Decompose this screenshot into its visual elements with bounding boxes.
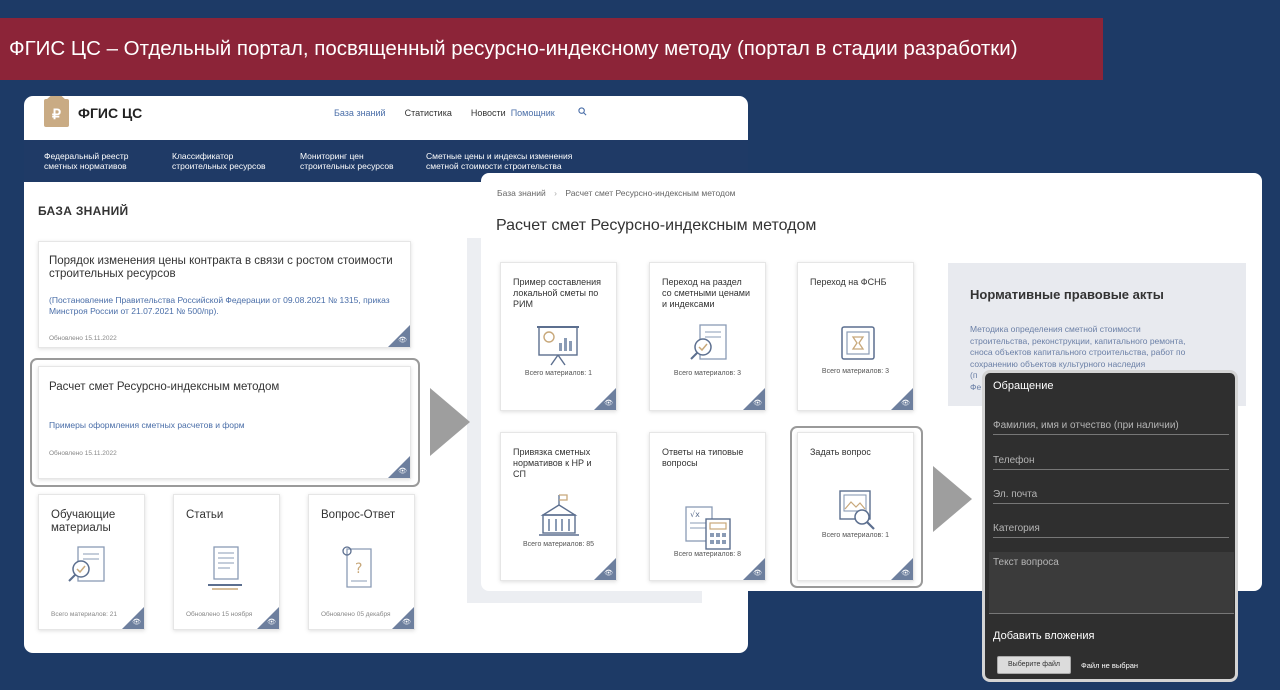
scroll-question-icon: ? <box>342 546 372 588</box>
safe-icon <box>841 326 875 360</box>
tile-ask-question[interactable]: Задать вопрос Всего материалов: 1 👁 <box>797 432 914 581</box>
card-updated: Обновлено 15.11.2022 <box>49 450 117 457</box>
portal-header: ₽ ФГИС ЦС База знаний Статистика Новости… <box>24 96 748 140</box>
presentation-icon <box>537 326 579 366</box>
building-icon <box>539 494 579 536</box>
kb-card-contract-price[interactable]: Порядок изменения цены контракта в связи… <box>38 241 411 348</box>
menu-estimate-prices[interactable]: Сметные цены и индексы изменения сметной … <box>426 151 572 171</box>
card-meta: Обновлено 15 ноября <box>186 611 253 618</box>
eye-icon[interactable]: 👁 <box>753 569 762 577</box>
breadcrumb: База знаний › Расчет смет Ресурсно-индек… <box>497 188 736 198</box>
eye-icon[interactable]: 👁 <box>267 618 276 626</box>
eye-icon[interactable]: 👁 <box>604 399 613 407</box>
card-title: Статьи <box>186 509 224 521</box>
tile-rim-example[interactable]: Пример составления локальной сметы по РИМ … <box>500 262 617 411</box>
menu-price-monitoring[interactable]: Мониторинг цен строительных ресурсов <box>300 151 394 171</box>
card-meta: Обновлено 05 декабря <box>321 611 391 618</box>
question-textarea[interactable]: Текст вопроса <box>989 552 1234 614</box>
kb-card-articles[interactable]: Статьи Обновлено 15 ноября 👁 <box>173 494 280 630</box>
tile-title: Задать вопрос <box>810 447 871 457</box>
kb-card-faq[interactable]: Вопрос-Ответ ? Обновлено 05 декабря 👁 <box>308 494 415 630</box>
tile-title: Привязка сметных нормативов к НР и СП <box>513 447 592 479</box>
tile-meta: Всего материалов: 1 <box>524 370 593 377</box>
eye-icon[interactable]: 👁 <box>901 569 910 577</box>
tile-title: Переход на раздел со сметными ценами и инд… <box>662 277 751 309</box>
card-meta: Всего материалов: 21 <box>51 611 117 618</box>
attachments-label: Добавить вложения <box>993 630 1095 642</box>
category-field[interactable]: Категория <box>993 523 1229 538</box>
nav-statistics[interactable]: Статистика <box>405 108 452 118</box>
tile-typical-answers[interactable]: Ответы на типовые вопросы √x Всего матери… <box>649 432 766 581</box>
card-link[interactable]: Примеры оформления сметных расчетов и фо… <box>49 420 245 431</box>
card-link[interactable]: (Постановление Правительства Российской … <box>49 295 390 317</box>
tile-meta: Всего материалов: 85 <box>522 541 595 548</box>
tile-title: Ответы на типовые вопросы <box>662 447 744 468</box>
no-file-label: Файл не выбран <box>1081 661 1139 670</box>
portal-brand[interactable]: ФГИС ЦС <box>78 105 142 121</box>
arrow-right-icon <box>430 388 470 456</box>
question-form: Обращение Фамилия, имя и отчество (при н… <box>982 370 1238 682</box>
ruble-house-logo-icon[interactable]: ₽ <box>44 96 69 127</box>
page-title: Расчет смет Ресурсно-индексным методом <box>496 217 817 234</box>
article-pen-icon <box>208 546 242 590</box>
breadcrumb-current: Расчет смет Ресурсно-индексным методом <box>565 188 736 198</box>
tile-fsnb[interactable]: Переход на ФСНБ Всего материалов: 3 👁 <box>797 262 914 411</box>
kb-card-rim-method[interactable]: Расчет смет Ресурсно-индексным методом П… <box>38 366 411 479</box>
fullname-field[interactable]: Фамилия, имя и отчество (при наличии) <box>993 420 1229 435</box>
choose-file-button[interactable]: Выберите файл <box>997 656 1071 674</box>
card-title: Обучающие материалы <box>51 509 116 534</box>
phone-field[interactable]: Телефон <box>993 455 1229 470</box>
tile-meta: Всего материалов: 3 <box>673 370 742 377</box>
eye-icon[interactable]: 👁 <box>604 569 613 577</box>
search-icon[interactable] <box>578 107 587 118</box>
tile-binding-norms[interactable]: Привязка сметных нормативов к НР и СП Всег… <box>500 432 617 581</box>
tile-meta: Всего материалов: 1 <box>821 532 890 539</box>
card-updated: Обновлено 15.11.2022 <box>49 335 117 342</box>
search-image-icon <box>839 490 875 530</box>
top-nav: База знаний Статистика Новости Помощник <box>334 108 555 118</box>
tile-prices-indexes[interactable]: Переход на раздел со сметными ценами и инд… <box>649 262 766 411</box>
tile-title: Переход на ФСНБ <box>810 277 887 287</box>
slide-title-banner: ФГИС ЦС – Отдельный портал, посвященный … <box>0 18 1103 80</box>
eye-icon[interactable]: 👁 <box>402 618 411 626</box>
card-title: Порядок изменения цены контракта в связи… <box>49 255 393 280</box>
email-field[interactable]: Эл. почта <box>993 489 1229 504</box>
kb-card-training[interactable]: Обучающие материалы Всего материалов: 21 … <box>38 494 145 630</box>
arrow-right-icon <box>933 466 972 532</box>
breadcrumb-home[interactable]: База знаний <box>497 188 546 198</box>
normative-acts-title[interactable]: Нормативные правовые акты <box>970 287 1164 302</box>
breadcrumb-separator: › <box>554 188 557 198</box>
eye-icon[interactable]: 👁 <box>132 618 141 626</box>
nav-assistant[interactable]: Помощник <box>511 108 555 118</box>
calculator-icon: √x <box>685 506 731 550</box>
eye-icon[interactable]: 👁 <box>753 399 762 407</box>
card-title: Расчет смет Ресурсно-индексным методом <box>49 381 280 393</box>
menu-classifier[interactable]: Классификатор строительных ресурсов <box>172 151 266 171</box>
nav-knowledge-base[interactable]: База знаний <box>334 108 386 118</box>
tile-meta: Всего материалов: 8 <box>673 551 742 558</box>
menu-federal-registry[interactable]: Федеральный реестр сметных нормативов <box>44 151 129 171</box>
document-check-icon <box>690 324 727 360</box>
eye-icon[interactable]: 👁 <box>398 467 407 475</box>
svg-text:√x: √x <box>690 510 700 519</box>
form-title: Обращение <box>993 380 1054 392</box>
tile-title: Пример составления локальной сметы по РИМ <box>513 277 602 309</box>
eye-icon[interactable]: 👁 <box>901 399 910 407</box>
svg-text:?: ? <box>355 561 362 577</box>
section-title: БАЗА ЗНАНИЙ <box>38 204 129 218</box>
card-title: Вопрос-Ответ <box>321 509 396 521</box>
nav-news[interactable]: Новости <box>471 108 506 118</box>
document-magnifier-icon <box>68 546 105 582</box>
eye-icon[interactable]: 👁 <box>398 336 407 344</box>
tile-meta: Всего материалов: 3 <box>821 368 890 375</box>
